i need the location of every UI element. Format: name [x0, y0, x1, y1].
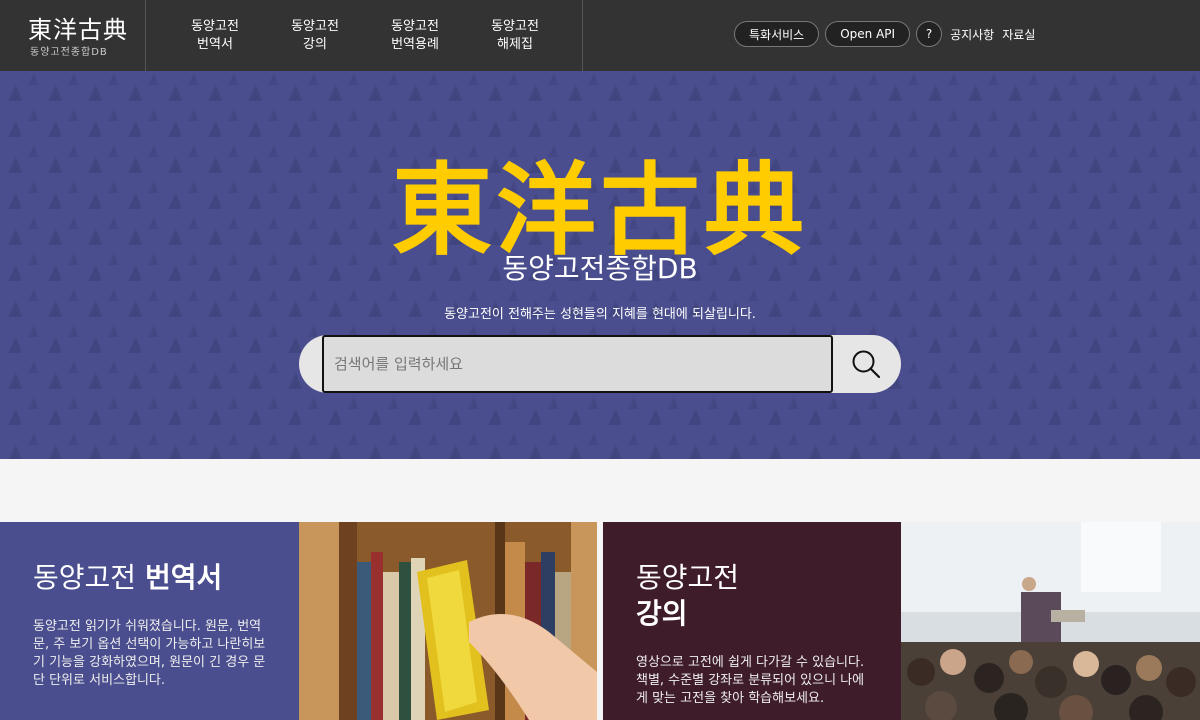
card-title-bold: 강의	[636, 597, 688, 630]
open-api-button[interactable]: Open API	[825, 21, 911, 47]
nav-translation-examples[interactable]: 동양고전 번역용례	[365, 0, 465, 71]
card-title: 동양고전 번역서	[33, 560, 222, 596]
nav-label-line2: 강의	[303, 36, 327, 52]
site-logo[interactable]: 東洋古典 동양고전종합DB	[0, 0, 146, 71]
search-icon	[852, 350, 881, 379]
main-nav: 동양고전 번역서 동양고전 강의 동양고전 번역용례 동양고전 해제집	[165, 0, 565, 71]
card-lectures[interactable]: 동양고전 강의 영상으로 고전에 쉽게 다가갈 수 있습니다. 책별, 수준별 …	[603, 522, 1200, 720]
nav-label-line1: 동양고전	[391, 18, 439, 34]
special-service-button[interactable]: 특화서비스	[734, 21, 820, 47]
help-button[interactable]: ?	[916, 21, 943, 47]
nav-label-line2: 번역용례	[391, 36, 439, 52]
nav-commentaries[interactable]: 동양고전 해제집	[465, 0, 565, 71]
card-description: 영상으로 고전에 쉽게 다가갈 수 있습니다. 책별, 수준별 강좌로 분류되어…	[636, 655, 865, 706]
lecture-hall-photo	[901, 522, 1200, 720]
card-text-panel: 동양고전 강의 영상으로 고전에 쉽게 다가갈 수 있습니다. 책별, 수준별 …	[603, 522, 901, 720]
card-title: 동양고전 강의	[636, 560, 739, 632]
card-translations[interactable]: 동양고전 번역서 동양고전 읽기가 쉬워졌습니다. 원문, 번역문, 주 보기 …	[0, 522, 597, 720]
nav-lectures[interactable]: 동양고전 강의	[265, 0, 365, 71]
feature-cards: 동양고전 번역서 동양고전 읽기가 쉬워졌습니다. 원문, 번역문, 주 보기 …	[0, 522, 1200, 720]
card-description: 동양고전 읽기가 쉬워졌습니다. 원문, 번역문, 주 보기 옵션 선택이 가능…	[33, 619, 266, 688]
utility-menu: 특화서비스 Open API ? 공지사항 자료실	[734, 21, 1035, 47]
search-bar	[299, 335, 901, 393]
bookshelf-photo	[299, 522, 597, 720]
notice-link[interactable]: 공지사항	[950, 26, 994, 43]
hero-section: 東洋古典 동양고전종합DB 동양고전이 전해주는 성현들의 지혜를 현대에 되살…	[0, 71, 1200, 459]
logo-subtitle: 동양고전종합DB	[30, 47, 108, 58]
nav-label-line2: 해제집	[497, 36, 533, 52]
card-title-light: 동양고전	[33, 561, 145, 594]
top-header: 東洋古典 동양고전종합DB 동양고전 번역서 동양고전 강의 동양고전 번역용례…	[0, 0, 1200, 71]
nav-translations[interactable]: 동양고전 번역서	[165, 0, 265, 71]
search-button[interactable]	[844, 343, 888, 385]
search-input[interactable]	[322, 335, 833, 393]
nav-label-line1: 동양고전	[191, 18, 239, 34]
hero-subtitle: 동양고전종합DB	[502, 252, 698, 285]
logo-title: 東洋古典	[28, 16, 128, 44]
hero-description: 동양고전이 전해주는 성현들의 지혜를 현대에 되살립니다.	[444, 307, 756, 322]
card-title-bold: 번역서	[144, 561, 223, 594]
nav-label-line2: 번역서	[197, 36, 233, 52]
nav-label-line1: 동양고전	[291, 18, 339, 34]
card-text-panel: 동양고전 번역서 동양고전 읽기가 쉬워졌습니다. 원문, 번역문, 주 보기 …	[0, 522, 299, 720]
archive-link[interactable]: 자료실	[1002, 26, 1035, 43]
nav-divider	[582, 0, 583, 71]
nav-label-line1: 동양고전	[491, 18, 539, 34]
card-title-light: 동양고전	[636, 561, 740, 594]
